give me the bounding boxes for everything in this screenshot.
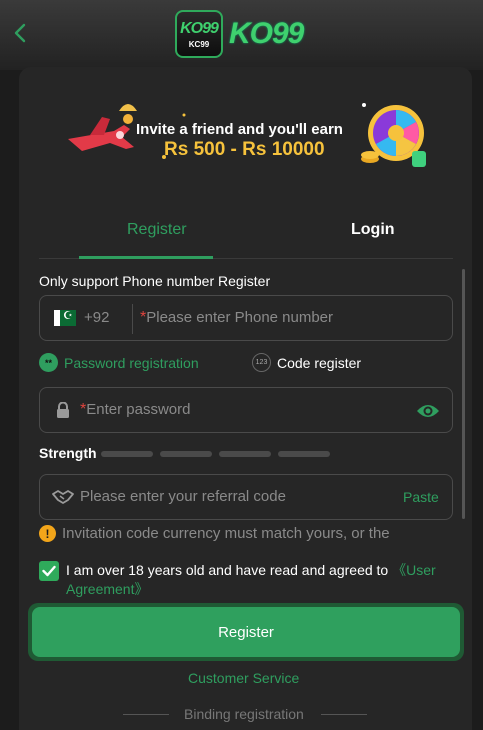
lock-icon [57, 402, 69, 418]
auth-tabs: Register Login [39, 215, 453, 259]
back-arrow-icon[interactable] [10, 20, 32, 46]
password-placeholder: Enter password [86, 401, 191, 418]
register-card: Invite a friend and you'll earn Rs 500 -… [19, 67, 472, 730]
invite-banner[interactable]: Invite a friend and you'll earn Rs 500 -… [64, 95, 434, 175]
divider-line [321, 714, 367, 715]
notice-text: Invitation code currency must match your… [62, 525, 390, 542]
password-option-radio-icon: ** [39, 353, 58, 372]
tab-register[interactable]: Register [127, 221, 187, 239]
register-button-frame: Register [28, 603, 464, 661]
password-strength: Strength [39, 445, 453, 463]
divider-line [123, 714, 169, 715]
logo-badge: KO99 KC99 [175, 10, 223, 58]
customer-service-link[interactable]: Customer Service [188, 670, 299, 686]
warning-icon: ! [39, 525, 56, 542]
logo-badge-subtext: KC99 [188, 39, 210, 49]
eye-icon[interactable] [416, 402, 440, 420]
password-input[interactable]: *Enter password [80, 401, 190, 419]
scrollbar[interactable] [462, 269, 465, 519]
option-code-register[interactable]: 123 Code register [252, 353, 361, 372]
phone-placeholder: Please enter Phone number [146, 309, 334, 326]
banner-headline: Invite a friend and you'll earn [136, 121, 343, 138]
paste-button[interactable]: Paste [403, 489, 439, 505]
strength-bar [101, 451, 153, 457]
option-password-registration[interactable]: ** Password registration [39, 353, 199, 372]
binding-registration-divider: Binding registration [123, 705, 367, 723]
logo-badge-text: KO99 [180, 19, 219, 37]
logo-wordmark: KO99 [229, 17, 304, 50]
phone-input[interactable]: *Please enter Phone number [140, 309, 333, 327]
strength-bar [160, 451, 212, 457]
agreement-text: I am over 18 years old and have read and… [66, 561, 458, 599]
field-divider [132, 304, 133, 334]
pakistan-flag-icon[interactable] [54, 309, 76, 326]
phone-section-label: Only support Phone number Register [39, 273, 271, 289]
binding-registration-label: Binding registration [184, 706, 304, 722]
agreement-statement: I am over 18 years old and have read and… [66, 562, 393, 578]
referral-code-field[interactable]: Please enter your referral code Paste [39, 474, 453, 520]
referral-code-input[interactable]: Please enter your referral code [80, 488, 286, 505]
handshake-icon [52, 490, 74, 504]
parachute-coin-icon [119, 104, 137, 124]
option-label: Password registration [64, 354, 199, 371]
password-field[interactable]: *Enter password [39, 387, 453, 433]
phone-field[interactable]: +92 *Please enter Phone number [39, 295, 453, 341]
register-button[interactable]: Register [32, 607, 460, 657]
invitation-notice: ! Invitation code currency must match yo… [39, 525, 390, 542]
registration-method-options: ** Password registration 123 Code regist… [39, 353, 453, 377]
tab-login[interactable]: Login [351, 221, 395, 239]
active-tab-indicator [79, 256, 213, 259]
code-option-radio-icon: 123 [252, 353, 271, 372]
strength-bar [278, 451, 330, 457]
app-logo: KO99 KC99 KO99 [175, 10, 304, 58]
strength-bar [219, 451, 271, 457]
option-label: Code register [277, 354, 362, 371]
agreement-checkbox[interactable] [39, 561, 59, 581]
checkmark-icon [42, 565, 56, 577]
top-bar: KO99 KC99 KO99 [0, 0, 483, 70]
country-code[interactable]: +92 [84, 309, 109, 326]
banner-reward-range: Rs 500 - Rs 10000 [164, 139, 325, 160]
strength-label: Strength [39, 445, 97, 461]
